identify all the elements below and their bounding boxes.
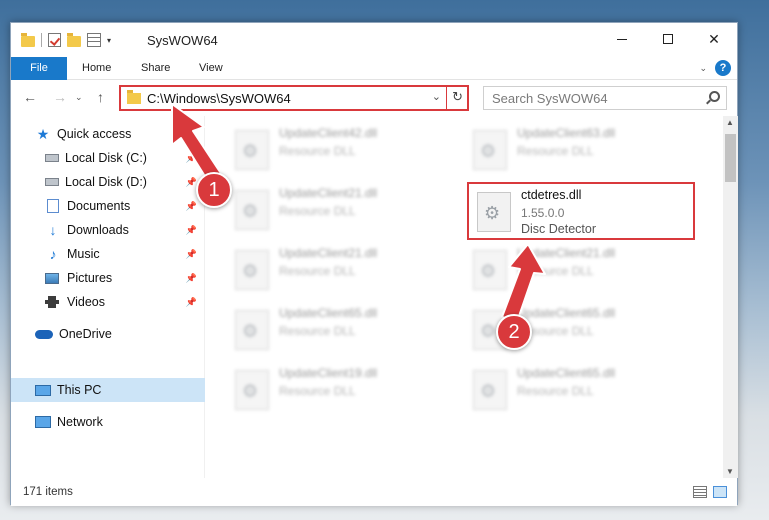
- step-1-badge: 1: [196, 172, 232, 208]
- arrow-2-icon: [501, 243, 546, 323]
- step-2-badge: 2: [496, 314, 532, 350]
- annotation-arrows: [171, 103, 546, 323]
